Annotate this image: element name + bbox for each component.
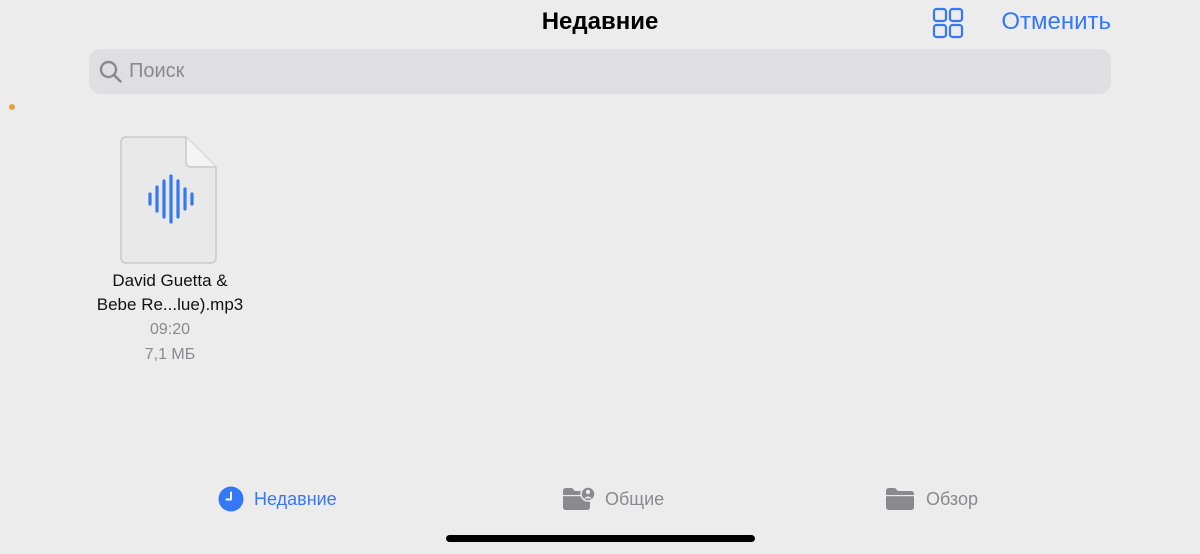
cancel-button[interactable]: Отменить <box>1001 6 1111 38</box>
file-time: 09:20 <box>149 321 191 338</box>
grid-icon <box>932 7 964 39</box>
file-name: David Guetta & Bebe Re...lue).mp3 <box>96 271 244 314</box>
status-dot <box>9 104 15 110</box>
tab-recent[interactable]: Недавние <box>218 484 337 514</box>
search-bar[interactable] <box>89 49 1111 94</box>
home-indicator[interactable] <box>446 535 755 542</box>
search-icon <box>99 60 122 83</box>
tab-shared[interactable]: Общие <box>561 484 664 514</box>
clock-icon <box>218 486 244 512</box>
tab-label: Общие <box>605 488 665 509</box>
folder-icon <box>886 488 914 510</box>
file-size: 7,1 МБ <box>144 346 196 363</box>
shared-folder-icon <box>563 486 595 510</box>
tab-browse[interactable]: Обзор <box>884 484 978 514</box>
file-item[interactable]: David Guetta & Bebe Re...lue).mp3 09:20 … <box>80 132 260 372</box>
tab-label: Обзор <box>926 488 978 509</box>
search-input[interactable] <box>129 49 1089 94</box>
tab-label: Недавние <box>254 488 337 509</box>
grid-view-button[interactable] <box>930 6 966 40</box>
audio-file-thumbnail <box>120 136 217 264</box>
